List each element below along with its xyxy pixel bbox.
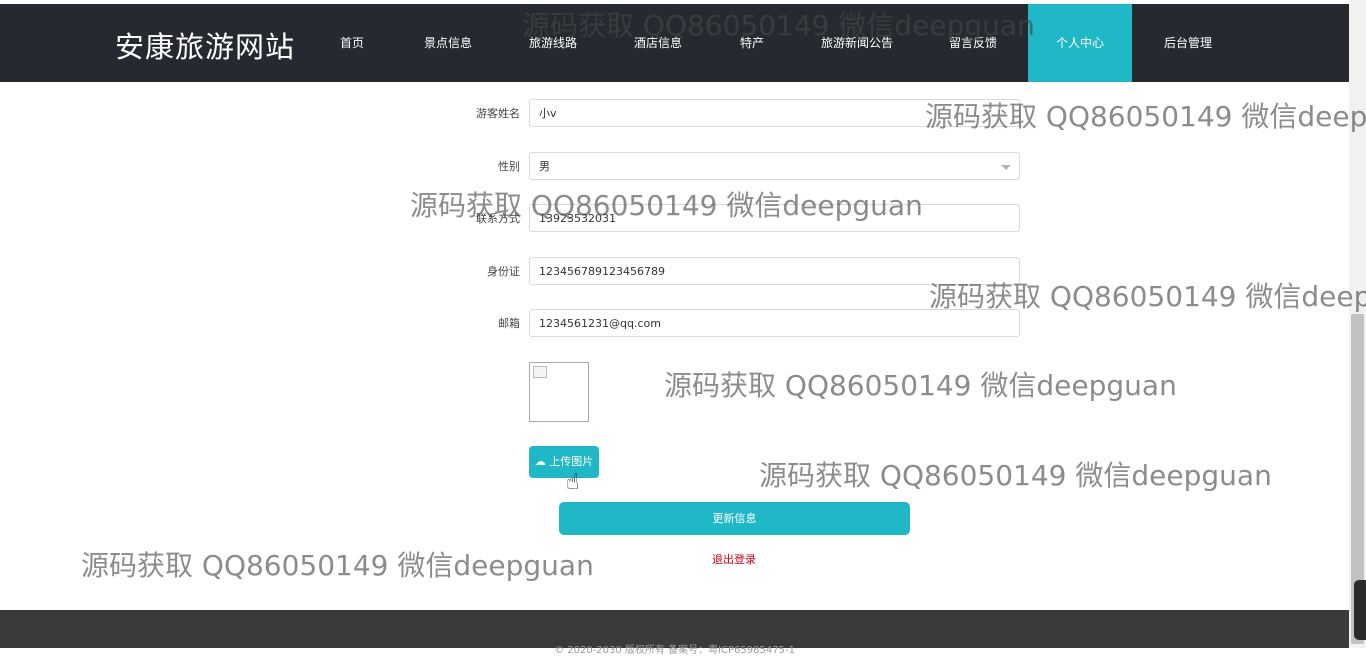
nav-personal-center[interactable]: 个人中心 xyxy=(1028,4,1132,82)
watermark-text: 源码获取 QQ86050149 微信deepguan xyxy=(664,369,1177,402)
nav-attractions[interactable]: 景点信息 xyxy=(414,4,482,82)
form-row-name: 游客姓名 小v xyxy=(0,99,1349,129)
footer-copyright: © 2020-2030 版权所有 备案号：粤ICP65985475-1 xyxy=(554,645,795,656)
nav-home[interactable]: 首页 xyxy=(322,4,382,82)
email-label: 邮箱 xyxy=(498,317,520,330)
footer: © 2020-2030 版权所有 备案号：粤ICP65985475-1 xyxy=(0,610,1349,656)
form-row-gender: 性别 男 xyxy=(0,152,1349,182)
form-row-email: 邮箱 1234561231@qq.com xyxy=(0,309,1349,339)
update-info-button[interactable]: 更新信息 xyxy=(559,502,910,535)
idcard-input[interactable]: 123456789123456789 xyxy=(529,257,1020,285)
watermark-text: 源码获取 QQ86050149 微信deepguan xyxy=(81,549,594,582)
form-row-idcard: 身份证 123456789123456789 xyxy=(0,257,1349,287)
logout-link[interactable]: 退出登录 xyxy=(690,551,778,567)
name-input[interactable]: 小v xyxy=(529,99,1020,127)
upload-image-button[interactable]: ☁ 上传图片 xyxy=(529,446,599,478)
form-row-phone: 联系方式 13923532031 xyxy=(0,204,1349,234)
nav-feedback[interactable]: 留言反馈 xyxy=(938,4,1008,82)
site-logo-title[interactable]: 安康旅游网站 xyxy=(115,24,295,66)
email-input[interactable]: 1234561231@qq.com xyxy=(529,309,1020,337)
phone-input[interactable]: 13923532031 xyxy=(529,204,1020,232)
gender-select[interactable]: 男 xyxy=(529,152,1020,180)
nav-admin[interactable]: 后台管理 xyxy=(1154,4,1222,82)
gender-select-value: 男 xyxy=(539,160,550,173)
upload-button-label: 上传图片 xyxy=(549,455,594,468)
floating-widget[interactable] xyxy=(1354,580,1366,640)
phone-label: 联系方式 xyxy=(476,212,520,225)
chevron-down-icon xyxy=(1001,165,1011,170)
avatar-image-preview xyxy=(529,362,589,422)
idcard-label: 身份证 xyxy=(487,265,520,278)
nav-hotels[interactable]: 酒店信息 xyxy=(624,4,692,82)
name-label: 游客姓名 xyxy=(476,107,520,120)
cloud-upload-icon: ☁ xyxy=(534,455,546,468)
gender-label: 性别 xyxy=(498,160,520,173)
nav-specialties[interactable]: 特产 xyxy=(722,4,782,82)
broken-image-icon xyxy=(533,366,547,378)
nav-news[interactable]: 旅游新闻公告 xyxy=(812,4,902,82)
hand-pointer-icon: ☝ xyxy=(566,470,580,495)
watermark-text: 源码获取 QQ86050149 微信deepguan xyxy=(759,459,1272,492)
nav-routes[interactable]: 旅游线路 xyxy=(519,4,587,82)
top-nav-bar: 安康旅游网站 首页 景点信息 旅游线路 酒店信息 特产 旅游新闻公告 留言反馈 … xyxy=(0,4,1349,82)
